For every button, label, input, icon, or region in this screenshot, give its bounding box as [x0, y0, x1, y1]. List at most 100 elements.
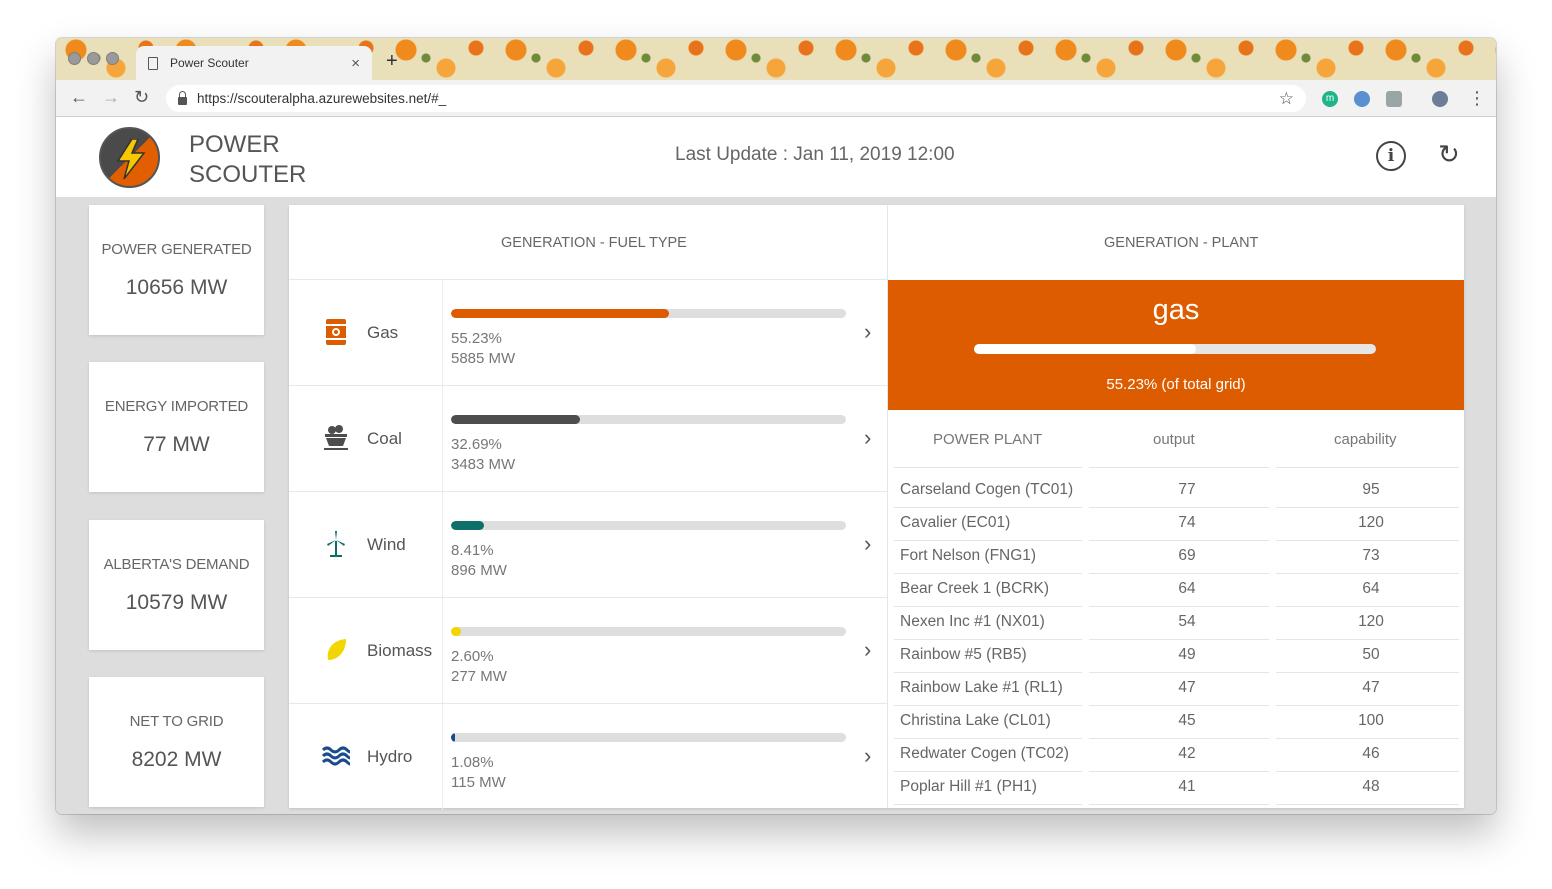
address-bar[interactable]: https://scouteralpha.azurewebsites.net/#…	[166, 85, 1306, 112]
row-rule	[894, 804, 1082, 805]
stat-label: ALBERTA'S DEMAND	[103, 556, 250, 573]
fuel-row-biomass[interactable]: Biomass 2.60% 277 MW ›	[289, 597, 887, 704]
cell-output: 54	[1178, 613, 1196, 630]
browser-menu-icon[interactable]: ⋮	[1468, 88, 1486, 109]
browser-tab[interactable]: Power Scouter ×	[136, 46, 372, 80]
browser-toolbar: ← → ↻ https://scouteralpha.azurewebsites…	[56, 80, 1496, 117]
cell-output: 74	[1178, 514, 1196, 531]
tab-close-icon[interactable]: ×	[351, 55, 360, 72]
cell-name: Poplar Hill #1 (PH1)	[900, 778, 1037, 795]
fuel-percent: 8.41%	[451, 542, 494, 559]
cell-output: 47	[1178, 679, 1196, 696]
fuel-progress-bar	[451, 415, 846, 424]
info-icon[interactable]: i	[1376, 141, 1406, 171]
fuel-progress-bar	[451, 309, 846, 318]
table-row[interactable]: Christina Lake (CL01) 45 100	[894, 706, 1459, 739]
cell-capability: 100	[1358, 712, 1384, 729]
cell-output: 42	[1178, 745, 1196, 762]
table-row[interactable]: Rainbow #5 (RB5) 49 50	[894, 640, 1459, 673]
column-header-capability[interactable]: capability	[1334, 431, 1397, 448]
fuel-row-hydro[interactable]: Hydro 1.08% 115 MW ›	[289, 703, 887, 810]
power-scouter-logo	[99, 127, 160, 188]
back-button[interactable]: ←	[70, 87, 88, 108]
new-tab-button[interactable]: +	[386, 50, 398, 73]
table-row[interactable]: Fort Nelson (FNG1) 69 73	[894, 541, 1459, 574]
fuel-name: Coal	[367, 429, 402, 448]
app-name: POWER SCOUTER	[189, 130, 306, 190]
waves-icon	[322, 746, 350, 766]
gas-barrel-icon	[326, 319, 346, 345]
table-row[interactable]: Poplar Hill #1 (PH1) 41 48	[894, 772, 1459, 805]
stat-value: 8202 MW	[131, 748, 222, 771]
fuel-row-coal[interactable]: Coal 32.69% 3483 MW ›	[289, 385, 887, 492]
url-text: https://scouteralpha.azurewebsites.net/#…	[197, 91, 447, 106]
stat-card-alberta-demand: ALBERTA'S DEMAND 10579 MW	[89, 520, 264, 650]
stat-label: NET TO GRID	[129, 713, 224, 730]
cell-name: Christina Lake (CL01)	[900, 712, 1051, 729]
table-row[interactable]: Nexen Inc #1 (NX01) 54 120	[894, 607, 1459, 640]
table-row[interactable]: Cavalier (EC01) 74 120	[894, 508, 1459, 541]
fuel-name: Hydro	[367, 747, 413, 766]
cell-name: Carseland Cogen (TC01)	[900, 481, 1074, 498]
forward-button[interactable]: →	[102, 87, 120, 108]
cell-output: 77	[1178, 481, 1196, 498]
fuel-row-wind[interactable]: Wind 8.41% 896 MW ›	[289, 491, 887, 598]
minimize-window-button[interactable]	[87, 52, 100, 65]
column-header-plant[interactable]: POWER PLANT	[933, 431, 1042, 448]
cell-capability: 47	[1362, 679, 1380, 696]
leaf-icon	[327, 639, 346, 660]
cell-name: Nexen Inc #1 (NX01)	[900, 613, 1045, 630]
header-rule	[1276, 467, 1459, 468]
cell-capability: 120	[1358, 613, 1384, 630]
fuel-percent: 1.08%	[451, 754, 494, 771]
table-row[interactable]: Carseland Cogen (TC01) 77 95	[894, 475, 1459, 508]
chevron-right-icon[interactable]: ›	[864, 425, 871, 451]
cell-output: 49	[1178, 646, 1196, 663]
bookmark-star-icon[interactable]: ☆	[1279, 89, 1294, 109]
selected-fuel-fill	[974, 344, 1197, 354]
row-rule	[1276, 804, 1459, 805]
extension-m-icon[interactable]: m	[1322, 91, 1338, 107]
chevron-right-icon[interactable]: ›	[864, 531, 871, 557]
dashboard-content: POWER GENERATED 10656 MW ENERGY IMPORTED…	[56, 197, 1496, 814]
refresh-icon[interactable]: ↻	[1438, 139, 1460, 170]
fuel-name: Gas	[367, 323, 399, 342]
cell-capability: 48	[1362, 778, 1380, 795]
cell-output: 41	[1178, 778, 1196, 795]
browser-window: Power Scouter × + ← → ↻ https://scoutera…	[56, 38, 1496, 814]
chevron-right-icon[interactable]: ›	[864, 743, 871, 769]
stat-label: POWER GENERATED	[101, 241, 252, 258]
fuel-progress-fill	[451, 415, 581, 424]
chevron-right-icon[interactable]: ›	[864, 319, 871, 345]
header-rule	[894, 467, 1082, 468]
row-separator	[442, 386, 443, 492]
lightning-bolt-icon	[116, 139, 146, 179]
column-header-output[interactable]: output	[1153, 431, 1195, 448]
header-rule	[1089, 467, 1269, 468]
table-row[interactable]: Bear Creek 1 (BCRK) 64 64	[894, 574, 1459, 607]
stat-card-energy-imported: ENERGY IMPORTED 77 MW	[89, 362, 264, 492]
app-header: POWER SCOUTER Last Update : Jan 11, 2019…	[56, 117, 1496, 197]
cell-name: Bear Creek 1 (BCRK)	[900, 580, 1050, 597]
chevron-right-icon[interactable]: ›	[864, 637, 871, 663]
selected-fuel-bar	[974, 344, 1376, 354]
fuel-progress-fill	[451, 309, 670, 318]
maximize-window-button[interactable]	[106, 52, 119, 65]
extension-globe-icon[interactable]	[1354, 91, 1370, 107]
profile-avatar[interactable]	[1432, 91, 1448, 107]
fuel-name: Wind	[367, 535, 406, 554]
table-row[interactable]: Redwater Cogen (TC02) 42 46	[894, 739, 1459, 772]
fuel-progress-fill	[451, 627, 462, 636]
cell-capability: 73	[1362, 547, 1380, 564]
last-update-text: Last Update : Jan 11, 2019 12:00	[675, 144, 955, 165]
stat-label: ENERGY IMPORTED	[104, 398, 249, 415]
reload-button[interactable]: ↻	[134, 87, 149, 108]
close-window-button[interactable]	[68, 52, 81, 65]
fuel-progress-bar	[451, 627, 846, 636]
table-row[interactable]: Rainbow Lake #1 (RL1) 47 47	[894, 673, 1459, 706]
stat-value: 77 MW	[143, 433, 210, 456]
cell-capability: 95	[1362, 481, 1380, 498]
fuel-row-gas[interactable]: Gas 55.23% 5885 MW ›	[289, 279, 887, 386]
cell-output: 64	[1178, 580, 1196, 597]
extension-k-icon[interactable]	[1386, 91, 1402, 107]
